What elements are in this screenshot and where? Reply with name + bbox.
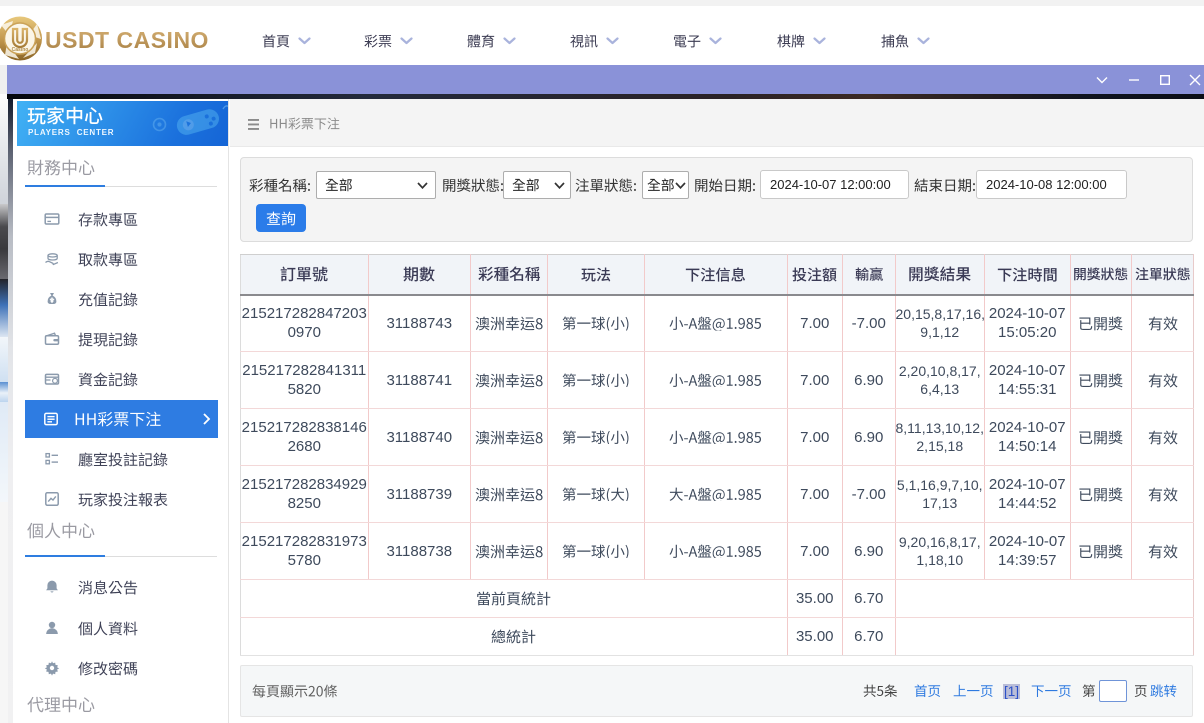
- svg-text:Casino: Casino: [12, 47, 29, 53]
